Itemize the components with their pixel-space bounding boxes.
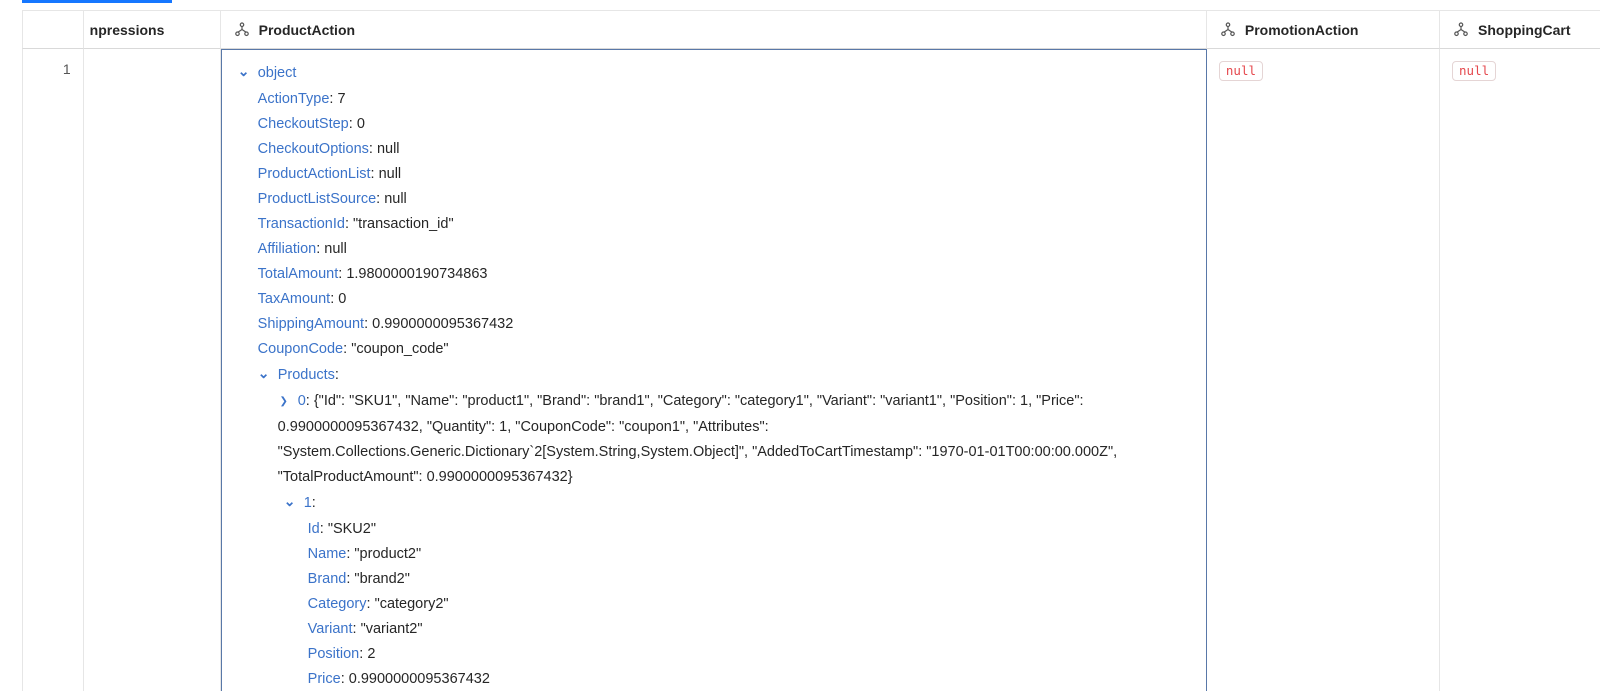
tree-prop-productactionlist[interactable]: ProductActionList: null: [234, 162, 1194, 187]
col-header-shoppingcart[interactable]: ShoppingCart: [1440, 11, 1600, 49]
row-number[interactable]: 1: [22, 49, 84, 691]
tree-prop-taxamount[interactable]: TaxAmount: 0: [234, 287, 1194, 312]
null-badge: null: [1452, 61, 1496, 81]
tree-prop-productlistsource[interactable]: ProductListSource: null: [234, 187, 1194, 212]
tree-prop-product1-brand[interactable]: Brand: "brand2": [234, 567, 1194, 592]
tree-node-product-1[interactable]: 1:: [234, 490, 1194, 517]
tree-root-label: object: [258, 65, 297, 81]
col-header-rownum[interactable]: [22, 11, 84, 49]
tree-prop-product1-category[interactable]: Category: "category2": [234, 592, 1194, 617]
col-header-promotionaction-label: PromotionAction: [1245, 22, 1359, 38]
col-header-productaction[interactable]: ProductAction: [221, 11, 1207, 49]
col-header-impressions[interactable]: npressions: [84, 11, 221, 49]
cell-productaction[interactable]: object ActionType: 7 CheckoutStep: 0 Che…: [221, 49, 1207, 691]
tree-node-products[interactable]: Products:: [234, 362, 1194, 389]
tree-prop-shippingamount[interactable]: ShippingAmount: 0.9900000095367432: [234, 312, 1194, 337]
cell-impressions[interactable]: [84, 49, 221, 691]
tree-prop-actiontype[interactable]: ActionType: 7: [234, 87, 1194, 112]
tree-prop-product1-position[interactable]: Position: 2: [234, 642, 1194, 667]
object-tree: object ActionType: 7 CheckoutStep: 0 Che…: [234, 60, 1194, 691]
tree-prop-product1-variant[interactable]: Variant: "variant2": [234, 617, 1194, 642]
col-header-shoppingcart-label: ShoppingCart: [1478, 22, 1571, 38]
cell-promotionaction[interactable]: null: [1207, 49, 1440, 691]
col-header-promotionaction[interactable]: PromotionAction: [1207, 11, 1440, 49]
chevron-down-icon[interactable]: [258, 361, 270, 388]
table-header-row: npressions ProductAction: [22, 11, 1600, 49]
struct-type-icon: [1452, 21, 1470, 39]
tree-prop-couponcode[interactable]: CouponCode: "coupon_code": [234, 337, 1194, 362]
tree-node-product-0[interactable]: 0: {"Id": "SKU1", "Name": "product1", "B…: [234, 389, 1194, 490]
results-table: npressions ProductAction: [22, 10, 1600, 691]
tree-root-object[interactable]: object: [234, 60, 1194, 87]
tree-prop-product1-id[interactable]: Id: "SKU2": [234, 517, 1194, 542]
chevron-down-icon[interactable]: [238, 59, 250, 86]
null-badge: null: [1219, 61, 1263, 81]
struct-type-icon: [233, 21, 251, 39]
tree-prop-totalamount[interactable]: TotalAmount: 1.9800000190734863: [234, 262, 1194, 287]
table-row: 1 object ActionType: 7 CheckoutStep: 0 C…: [22, 49, 1600, 691]
chevron-right-icon[interactable]: [278, 389, 290, 414]
tree-prop-checkoutstep[interactable]: CheckoutStep: 0: [234, 112, 1194, 137]
tree-prop-affiliation[interactable]: Affiliation: null: [234, 237, 1194, 262]
tree-prop-product1-price[interactable]: Price: 0.9900000095367432: [234, 667, 1194, 691]
tree-prop-product1-name[interactable]: Name: "product2": [234, 542, 1194, 567]
tree-prop-transactionid[interactable]: TransactionId: "transaction_id": [234, 212, 1194, 237]
active-tab-indicator: [22, 0, 172, 3]
cell-shoppingcart[interactable]: null: [1440, 49, 1600, 691]
col-header-productaction-label: ProductAction: [259, 22, 355, 38]
col-header-impressions-label: npressions: [90, 22, 165, 38]
tree-prop-checkoutoptions[interactable]: CheckoutOptions: null: [234, 137, 1194, 162]
chevron-down-icon[interactable]: [284, 489, 296, 516]
struct-type-icon: [1219, 21, 1237, 39]
